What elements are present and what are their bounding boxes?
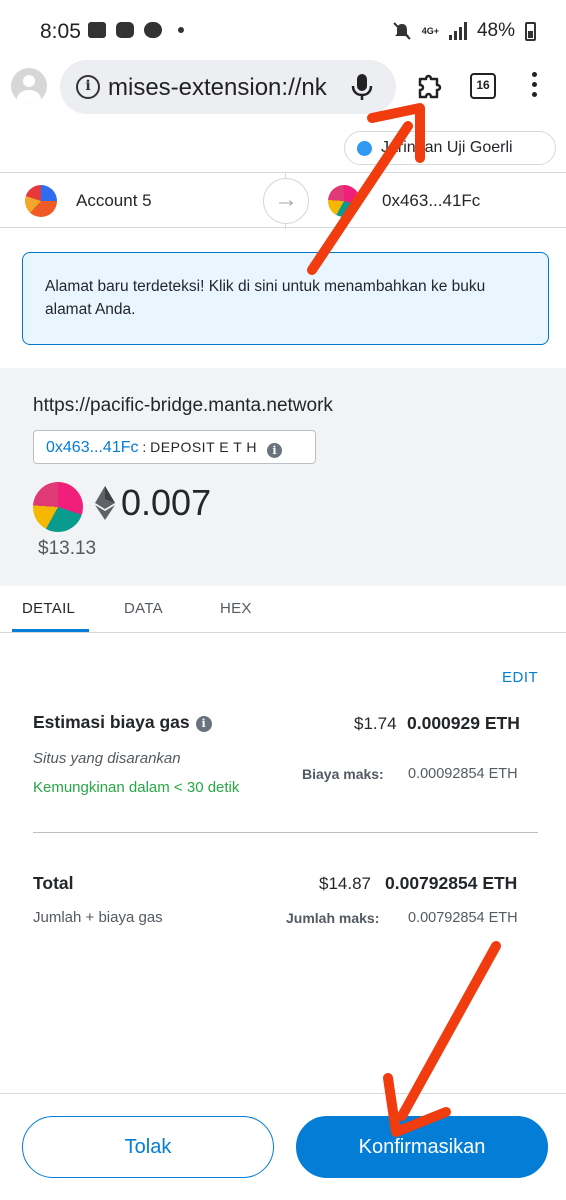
signal-icon	[448, 22, 467, 40]
gas-estimate-label: Estimasi biaya gas	[33, 712, 190, 732]
total-eth: 0.00792854 ETH	[385, 873, 518, 893]
site-info-icon[interactable]: i	[76, 75, 100, 99]
tab-switcher-button[interactable]: 16	[470, 73, 496, 99]
info-icon[interactable]: i	[266, 443, 282, 458]
to-account-avatar	[328, 185, 360, 217]
suggested-site-label: Situs yang disarankan	[33, 750, 181, 767]
system-status: 4G+ 48%	[392, 20, 536, 42]
tab-detail[interactable]: DETAIL	[22, 600, 75, 617]
network-label: Jaringan Uji Goerli	[381, 139, 513, 156]
divider	[33, 832, 538, 833]
extensions-puzzle-icon[interactable]	[414, 70, 446, 102]
youtube-icon	[116, 22, 134, 38]
tab-bar: DETAIL DATA HEX	[0, 586, 566, 633]
max-amount-value: 0.00792854 ETH	[408, 910, 518, 926]
amount-value: 0.007	[121, 482, 212, 523]
tab-hex[interactable]: HEX	[220, 600, 252, 617]
mute-icon	[392, 22, 411, 40]
url-text[interactable]: mises-extension://nk	[108, 74, 348, 102]
amount-fiat: $13.13	[38, 538, 97, 559]
status-bar: 8:05 4G+ 48%	[0, 0, 566, 60]
from-account-avatar	[25, 185, 57, 217]
to-address[interactable]: 0x463...41Fc	[382, 191, 480, 211]
recipient-identicon	[33, 482, 83, 532]
status-time: 8:05	[40, 20, 81, 43]
max-fee-label: Biaya maks:	[302, 766, 384, 782]
from-account-name[interactable]: Account 5	[76, 191, 152, 211]
gas-estimate-heading: Estimasi biaya gas i	[33, 712, 212, 733]
ethereum-icon	[95, 486, 115, 520]
gas-eth: 0.000929 ETH	[407, 713, 520, 733]
more-notifications-icon	[178, 27, 184, 33]
origin-url: https://pacific-bridge.manta.network	[33, 395, 333, 416]
max-amount-label: Jumlah maks:	[286, 910, 380, 926]
network-selector[interactable]: Jaringan Uji Goerli	[344, 131, 556, 165]
network-type: 4G+	[421, 25, 439, 36]
confirm-button[interactable]: Konfirmasikan	[296, 1116, 548, 1178]
browser-toolbar: i mises-extension://nk 16	[0, 58, 566, 120]
network-status-dot	[357, 141, 372, 156]
battery-percent: 48%	[476, 20, 515, 41]
sender-recipient-row: Account 5 → 0x463...41Fc	[0, 172, 566, 229]
gas-fiat: $1.74	[354, 714, 397, 733]
action-footer: Tolak Konfirmasikan	[0, 1093, 566, 1200]
overflow-menu-icon[interactable]	[530, 72, 540, 102]
contract-address[interactable]: 0x463...41Fc	[46, 439, 139, 456]
total-fiat: $14.87	[319, 874, 371, 893]
reject-button[interactable]: Tolak	[22, 1116, 274, 1178]
active-tab-indicator	[12, 629, 89, 632]
total-sub-label: Jumlah + biaya gas	[33, 909, 163, 926]
gas-info-icon[interactable]: i	[195, 716, 212, 732]
gallery-icon	[88, 22, 106, 38]
address-bar[interactable]: i mises-extension://nk	[60, 60, 396, 114]
profile-avatar[interactable]	[11, 68, 47, 104]
microphone-icon[interactable]	[348, 72, 376, 102]
game-controller-icon	[144, 22, 162, 38]
edit-gas-button[interactable]: EDIT	[502, 669, 538, 686]
arrow-right-icon: →	[263, 178, 309, 224]
new-address-alert[interactable]: Alamat baru terdeteksi! Klik di sini unt…	[22, 252, 549, 345]
method-name: DEPOSIT E T H	[150, 439, 258, 455]
method-separator: :	[142, 439, 147, 455]
tab-data[interactable]: DATA	[124, 600, 163, 617]
method-pill[interactable]: 0x463...41Fc : DEPOSIT E T H i	[33, 430, 316, 464]
likely-time-label: Kemungkinan dalam < 30 detik	[33, 779, 240, 796]
transaction-summary: https://pacific-bridge.manta.network 0x4…	[0, 368, 566, 586]
total-label: Total	[33, 873, 74, 893]
max-fee-value: 0.00092854 ETH	[408, 766, 518, 782]
battery-icon	[525, 21, 536, 41]
notification-icons	[88, 22, 184, 38]
